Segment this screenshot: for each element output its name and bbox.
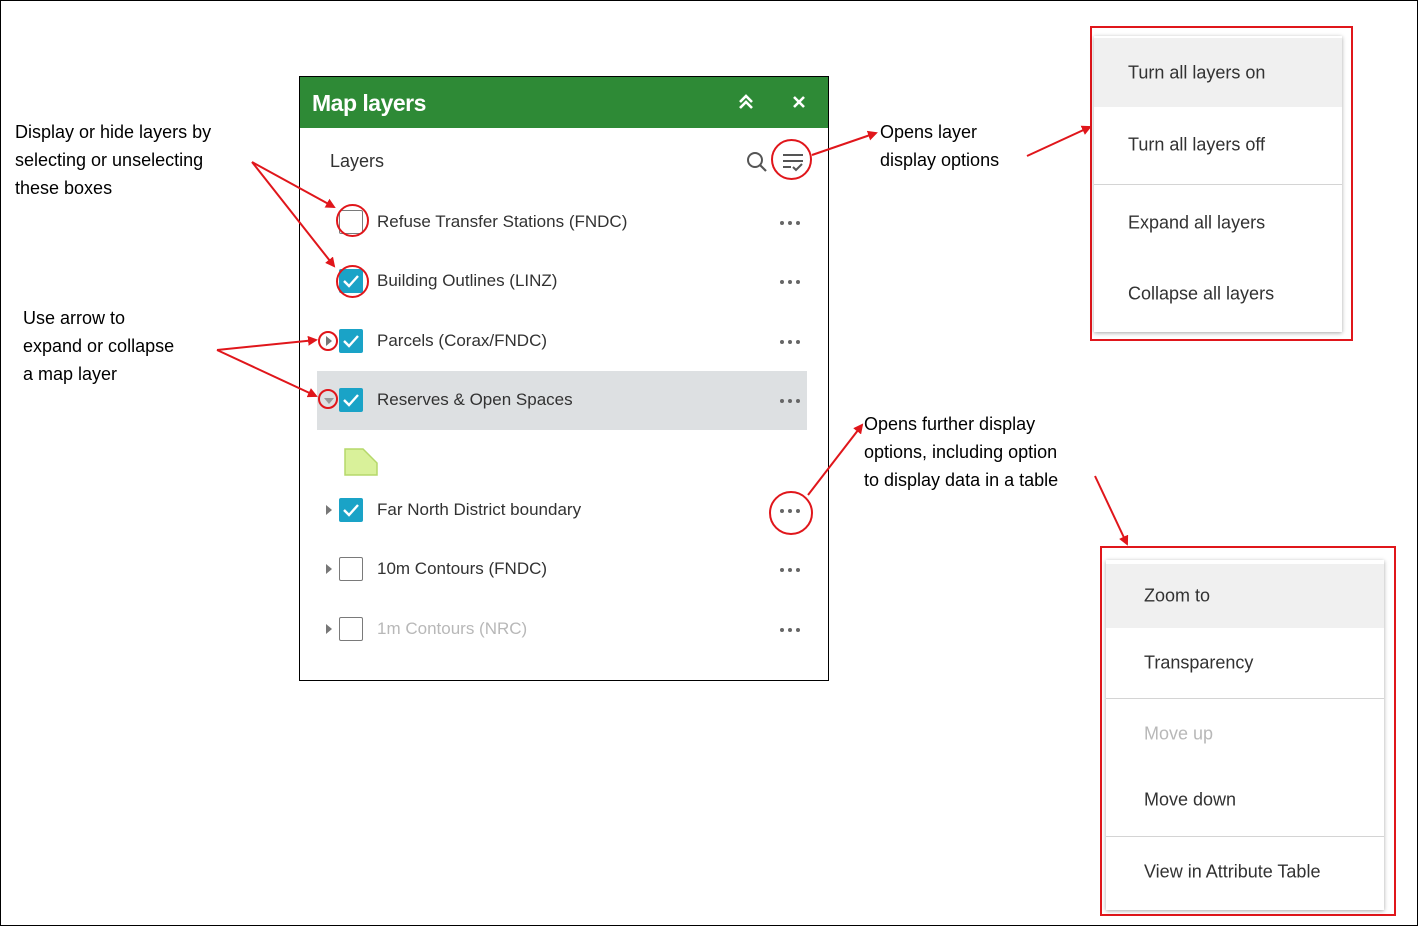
layer-options-menu: Turn all layers on Turn all layers off E… (1094, 36, 1342, 332)
menu-separator (1106, 836, 1384, 837)
layer-options-menu-highlight: Turn all layers on Turn all layers off E… (1090, 26, 1353, 341)
layer-actions-menu: Zoom to Transparency Move up Move down V… (1106, 560, 1384, 910)
menu-item-view-attribute-table[interactable]: View in Attribute Table (1106, 839, 1384, 905)
layer-actions-menu-highlight: Zoom to Transparency Move up Move down V… (1100, 546, 1396, 916)
menu-item-transparency[interactable]: Transparency (1106, 630, 1384, 696)
menu-item-move-up[interactable]: Move up (1106, 701, 1384, 767)
menu-item-turn-all-off[interactable]: Turn all layers off (1094, 109, 1342, 181)
menu-item-expand-all[interactable]: Expand all layers (1094, 188, 1342, 258)
menu-item-move-down[interactable]: Move down (1106, 767, 1384, 833)
menu-separator (1106, 698, 1384, 699)
menu-separator (1094, 184, 1342, 185)
menu-item-turn-all-on[interactable]: Turn all layers on (1094, 38, 1342, 107)
menu-item-zoom-to[interactable]: Zoom to (1106, 564, 1384, 628)
menu-item-collapse-all[interactable]: Collapse all layers (1094, 259, 1342, 329)
